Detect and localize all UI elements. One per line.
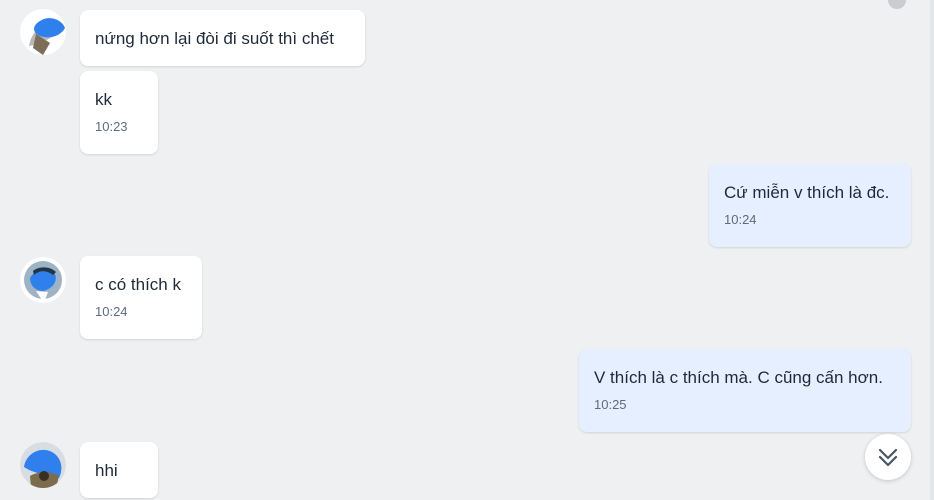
incoming-message-bubble[interactable]: kk 10:23 [80, 71, 158, 154]
contact-avatar-icon[interactable] [20, 257, 66, 303]
outgoing-message-bubble[interactable]: V thích là c thích mà. C cũng cấn hơn. 1… [579, 349, 911, 432]
message-time: 10:24 [724, 212, 757, 227]
chat-message-list[interactable]: nứng hơn lại đòi đi suốt thì chết kk 10:… [0, 0, 934, 500]
scroll-to-bottom-button[interactable] [865, 434, 911, 480]
contact-avatar-icon[interactable] [20, 442, 66, 488]
contact-avatar-icon[interactable] [20, 9, 66, 55]
message-text: hhi [95, 461, 118, 480]
double-chevron-down-icon [878, 448, 898, 467]
incoming-message-bubble[interactable]: hhi [80, 442, 158, 498]
message-text: c có thích k [95, 275, 181, 294]
scroll-edge-shadow [888, 0, 906, 9]
message-text: kk [95, 90, 112, 109]
contact-avatar-icon [20, 442, 66, 488]
contact-avatar-icon [20, 257, 66, 303]
message-text: Cứ miễn v thích là đc. [724, 183, 890, 202]
outgoing-message-bubble[interactable]: Cứ miễn v thích là đc. 10:24 [709, 164, 911, 247]
incoming-message-bubble[interactable]: c có thích k 10:24 [80, 256, 202, 339]
message-time: 10:25 [594, 397, 627, 412]
incoming-message-bubble[interactable]: nứng hơn lại đòi đi suốt thì chết [80, 10, 365, 66]
message-time: 10:24 [95, 304, 128, 319]
message-text: V thích là c thích mà. C cũng cấn hơn. [594, 368, 883, 387]
contact-avatar-icon [20, 9, 66, 55]
scrollbar-track[interactable] [930, 0, 934, 500]
message-text: nứng hơn lại đòi đi suốt thì chết [95, 29, 334, 48]
message-time: 10:23 [95, 119, 128, 134]
